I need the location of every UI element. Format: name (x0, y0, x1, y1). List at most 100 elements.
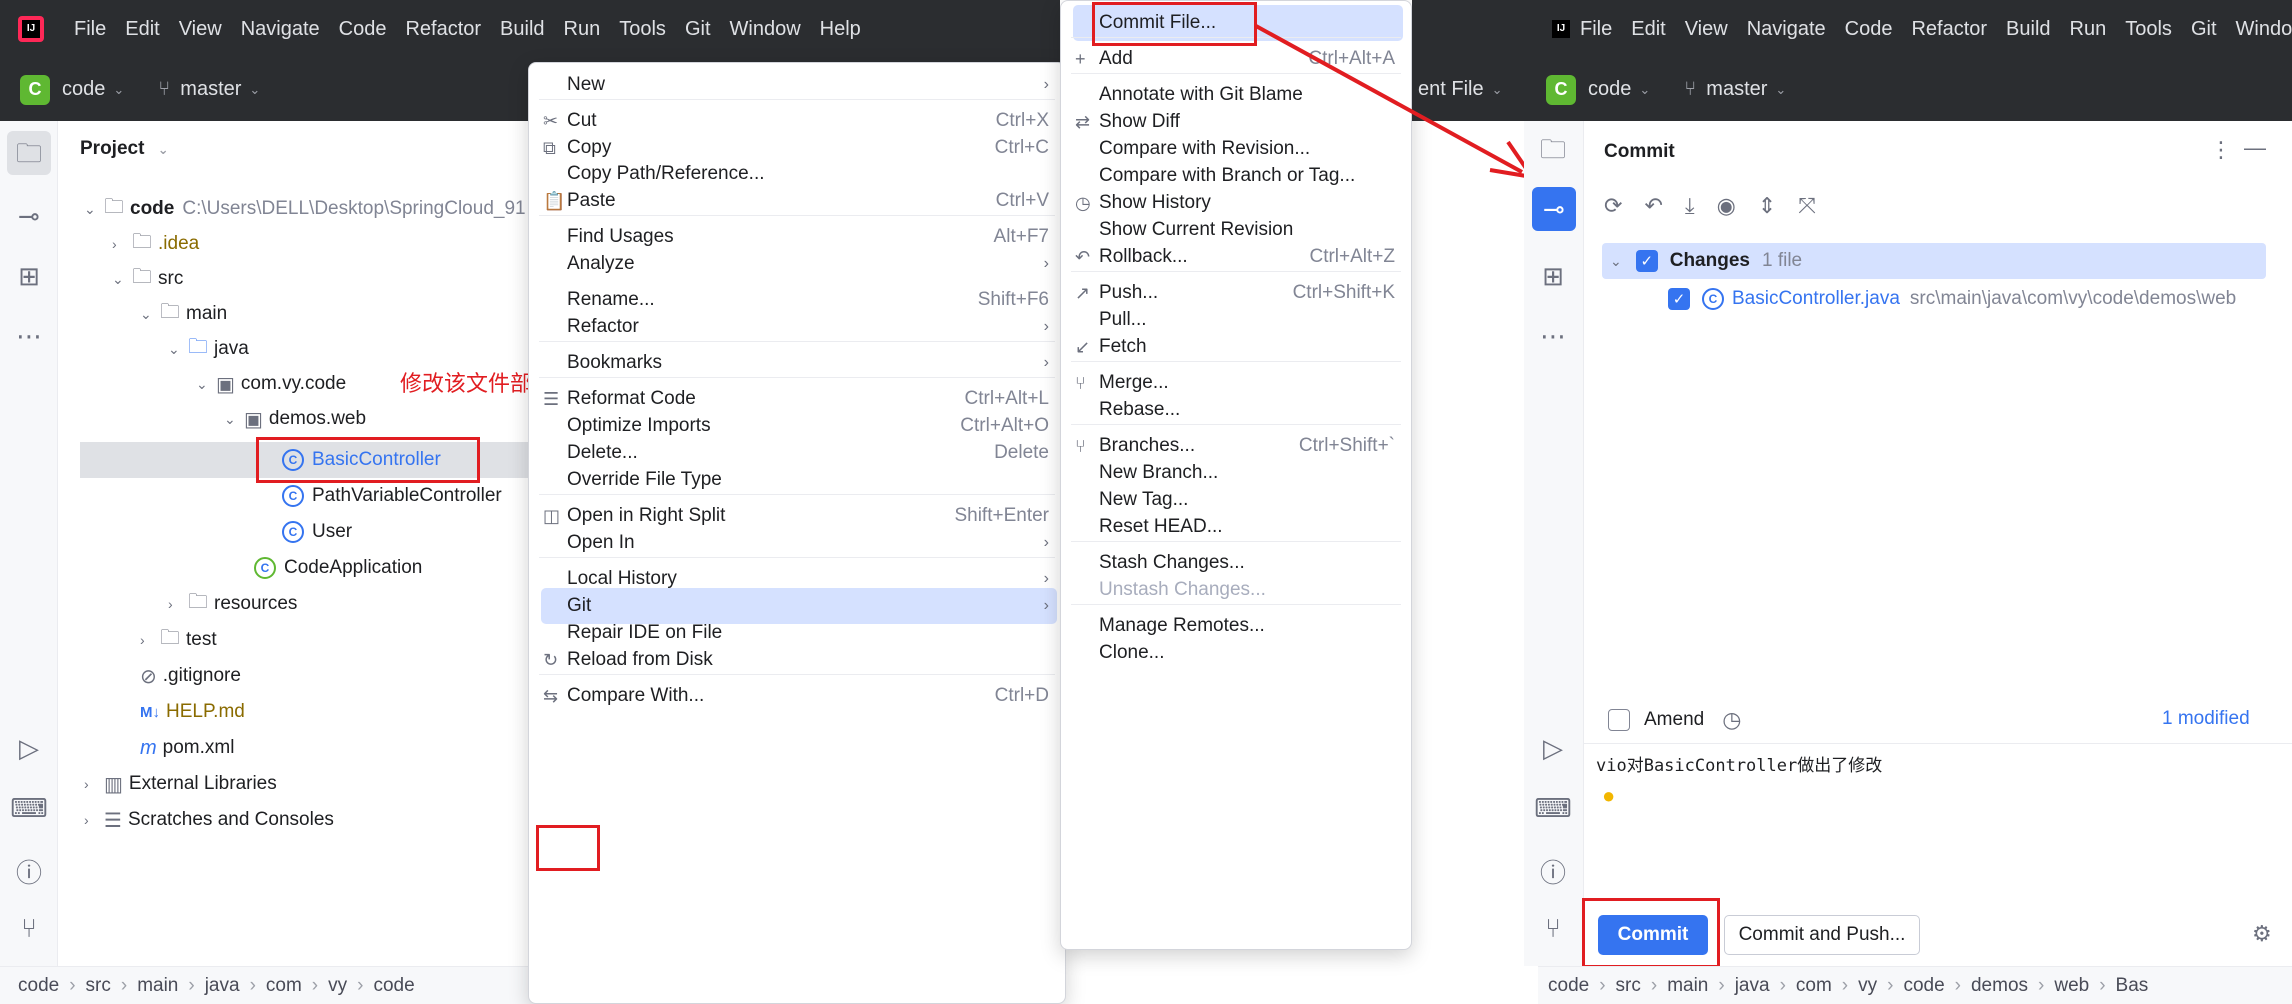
tree-item-main[interactable]: ⌄ 🗀 main (140, 297, 227, 331)
menu-item-refactor[interactable]: Refactor › (541, 309, 1057, 345)
structure-icon[interactable]: ⊞ (0, 261, 58, 292)
menu-run[interactable]: Run (2070, 18, 2107, 41)
git-menu-item-rollback[interactable]: ↶ Rollback... Ctrl+Alt+Z (1073, 239, 1403, 275)
breadcrumb-item[interactable]: java (205, 975, 240, 997)
update-icon[interactable]: ⤓ (1685, 193, 1695, 219)
problems-icon[interactable]: ⓘ (0, 853, 58, 890)
tree-item-gitignore[interactable]: ⊘ .gitignore (140, 659, 241, 693)
tree-item-helpmd[interactable]: M↓ HELP.md (140, 695, 245, 729)
tree-item-extlibs[interactable]: › ▥ External Libraries (84, 767, 277, 801)
menu-window[interactable]: Window (730, 18, 801, 41)
terminal-icon[interactable]: ⌨ (1524, 793, 1582, 824)
menu-navigate[interactable]: Navigate (1747, 18, 1826, 41)
menu-item-compare-with[interactable]: ⇆ Compare With... Ctrl+D (541, 678, 1057, 714)
git-menu-item-clone[interactable]: Clone... (1073, 635, 1403, 671)
changes-checkbox[interactable]: ✓ (1635, 250, 1658, 272)
chevron-down-icon[interactable]: ⌄ (84, 201, 104, 218)
menu-view[interactable]: View (1685, 18, 1728, 41)
git-menu-item-reset-head[interactable]: Reset HEAD... (1073, 509, 1403, 545)
breadcrumb-item[interactable]: demos (1971, 975, 2028, 997)
options-icon[interactable]: ⋮ (2210, 137, 2232, 163)
chevron-right-icon[interactable]: › (84, 812, 104, 828)
commit-icon[interactable]: ⊸ (1532, 187, 1576, 231)
problems-icon[interactable]: ⓘ (1524, 853, 1582, 890)
project-badge-icon[interactable]: C (1546, 74, 1576, 105)
breadcrumb-item[interactable]: main (1667, 975, 1708, 997)
breadcrumb-item[interactable]: code (1548, 975, 1589, 997)
expand-icon[interactable]: ⇕ (1758, 193, 1776, 219)
menu-file[interactable]: File (1580, 18, 1612, 41)
more-icon[interactable]: ⋯ (0, 321, 58, 352)
breadcrumb-item[interactable]: code (373, 975, 414, 997)
project-folder-icon[interactable]: 🗀 (1524, 131, 1582, 175)
commit-and-push-button[interactable]: Commit and Push... (1724, 915, 1920, 955)
amend-checkbox[interactable] (1608, 709, 1630, 731)
breadcrumb-item[interactable]: src (86, 975, 111, 997)
menu-build[interactable]: Build (2006, 18, 2050, 41)
rollback-icon[interactable]: ↶ (1644, 193, 1662, 219)
menu-window[interactable]: Window (2236, 18, 2292, 41)
settings-icon[interactable]: ⚙ (2252, 921, 2272, 947)
chevron-right-icon[interactable]: › (84, 776, 104, 792)
breadcrumb-item[interactable]: main (137, 975, 178, 997)
menu-git[interactable]: Git (2191, 18, 2217, 41)
menu-item-open-in[interactable]: Open In › (541, 525, 1057, 561)
breadcrumb-item[interactable]: vy (328, 975, 347, 997)
breadcrumb-item[interactable]: code (1903, 975, 1944, 997)
chevron-down-icon[interactable]: ⌄ (112, 271, 132, 288)
menu-refactor[interactable]: Refactor (1911, 18, 1987, 41)
lightbulb-icon[interactable]: ● (1602, 783, 1615, 809)
chevron-down-icon[interactable]: ⌄ (168, 341, 188, 358)
tree-item-resources[interactable]: › 🗀 resources (168, 587, 297, 621)
breadcrumb-item[interactable]: java (1735, 975, 1770, 997)
menu-run[interactable]: Run (564, 18, 601, 41)
changes-group-row[interactable]: ⌄ ✓ Changes 1 file (1602, 243, 2266, 279)
menu-edit[interactable]: Edit (1631, 18, 1665, 41)
chevron-right-icon[interactable]: › (112, 236, 132, 252)
breadcrumb-item[interactable]: code (18, 975, 59, 997)
chevron-right-icon[interactable]: › (140, 632, 160, 648)
menu-tools[interactable]: Tools (619, 18, 666, 41)
terminal-icon[interactable]: ⌨ (0, 793, 58, 824)
menu-refactor[interactable]: Refactor (405, 18, 481, 41)
branch-name[interactable]: master (1706, 78, 1767, 101)
git-icon[interactable]: ⑂ (1524, 913, 1582, 944)
tree-item-test[interactable]: › 🗀 test (140, 623, 217, 657)
collapse-icon[interactable]: ⤧ (1798, 193, 1816, 219)
tree-item-user[interactable]: C User (282, 515, 352, 549)
menu-file[interactable]: File (74, 18, 106, 41)
menu-git[interactable]: Git (685, 18, 711, 41)
refresh-icon[interactable]: ⟳ (1604, 193, 1622, 219)
tree-item-src[interactable]: ⌄ 🗀 src (112, 262, 183, 296)
menu-code[interactable]: Code (1845, 18, 1893, 41)
breadcrumb-item[interactable]: Bas (2116, 975, 2149, 997)
git-menu-item-fetch[interactable]: ↙ Fetch (1073, 329, 1403, 365)
project-folder-icon[interactable]: 🗀 (7, 131, 51, 175)
menu-item-paste[interactable]: 📋 Paste Ctrl+V (541, 183, 1057, 219)
menu-build[interactable]: Build (500, 18, 544, 41)
git-menu-item-rebase[interactable]: Rebase... (1073, 392, 1403, 428)
menu-item-new[interactable]: New › (541, 67, 1057, 103)
tree-root[interactable]: ⌄ 🗀 code C:\Users\DELL\Desktop\SpringClo… (84, 192, 526, 226)
project-name[interactable]: code (62, 78, 105, 101)
menu-view[interactable]: View (179, 18, 222, 41)
menu-item-reload-from-disk[interactable]: ↻ Reload from Disk (541, 642, 1057, 678)
project-badge-icon[interactable]: C (20, 74, 50, 105)
breadcrumb-item[interactable]: web (2054, 975, 2089, 997)
commit-icon[interactable]: ⊸ (0, 201, 58, 232)
eye-icon[interactable]: ◉ (1717, 193, 1736, 219)
breadcrumb-item[interactable]: vy (1858, 975, 1877, 997)
tree-item-demos[interactable]: ⌄ ▣ demos.web (224, 402, 366, 436)
branch-name[interactable]: master (180, 78, 241, 101)
changed-file-row[interactable]: ✓ C BasicController.java src\main\java\c… (1668, 281, 2236, 317)
run-icon[interactable]: ▷ (0, 733, 58, 764)
tree-item-pathvariable[interactable]: C PathVariableController (282, 479, 502, 513)
tree-item-scratches[interactable]: › ☰ Scratches and Consoles (84, 803, 334, 837)
run-icon[interactable]: ▷ (1524, 733, 1582, 764)
more-icon[interactable]: ⋯ (1524, 321, 1582, 352)
tree-item-package[interactable]: ⌄ ▣ com.vy.code (196, 367, 346, 401)
minimize-icon[interactable]: — (2244, 135, 2266, 161)
menu-help[interactable]: Help (820, 18, 861, 41)
menu-item-override-file-type[interactable]: Override File Type (541, 462, 1057, 498)
chevron-down-icon[interactable]: ⌄ (1610, 253, 1622, 270)
